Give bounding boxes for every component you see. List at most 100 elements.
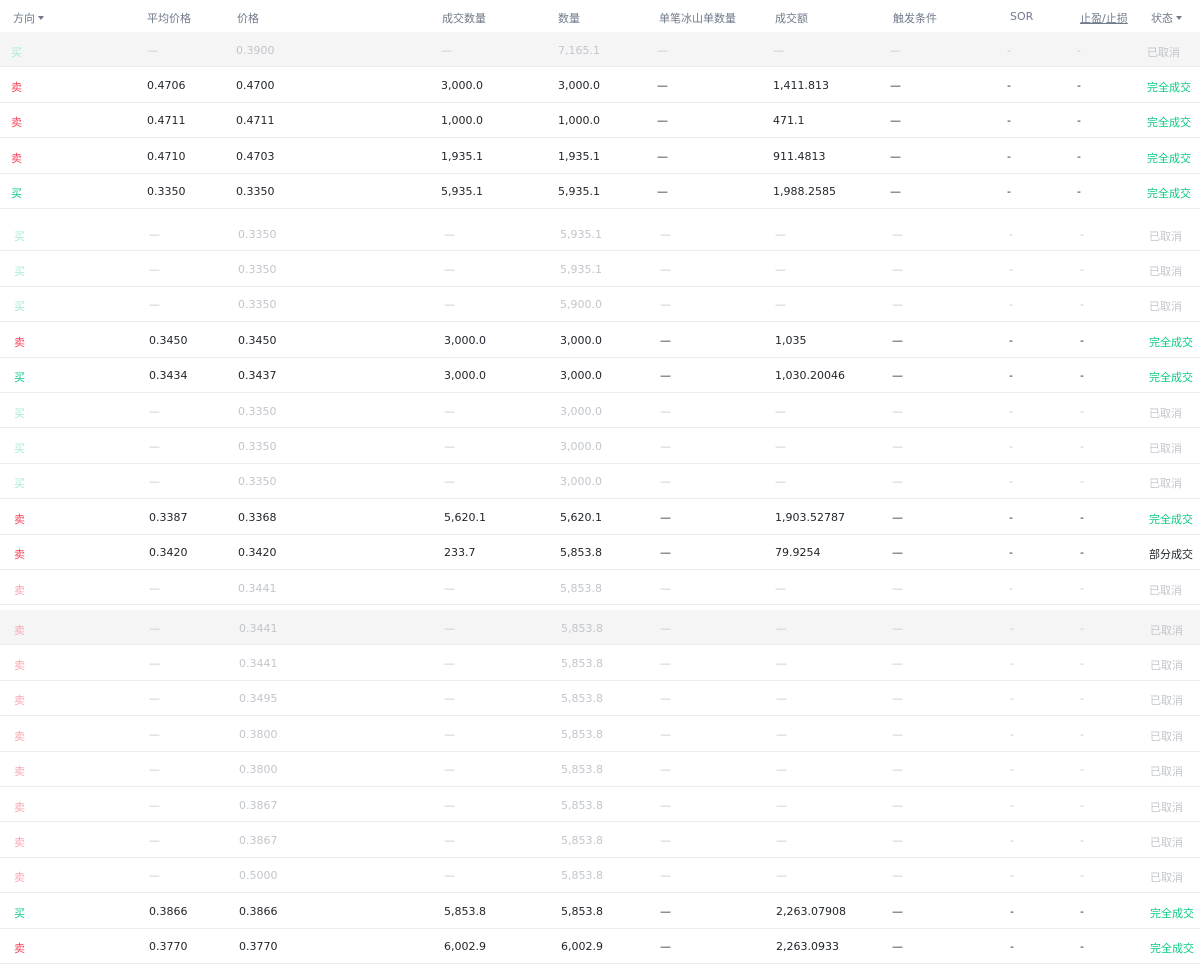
cell-price: 0.3420 [238, 546, 277, 560]
column-header-side[interactable]: 方向 [13, 10, 44, 26]
cell-trigger: — [892, 869, 903, 883]
cell-amount: 2,263.0933 [776, 940, 839, 954]
cell-sor: - [1009, 581, 1013, 595]
table-row[interactable]: 卖 0.4711 0.4711 1,000.0 1,000.0 — 471.1 — - - 完全成交 [0, 103, 1200, 139]
table-row[interactable]: 买 — 0.3350 — 5,935.1 — — — - - 已取消 [0, 216, 1200, 252]
cell-qty: 1,935.1 [558, 149, 600, 163]
table-row[interactable]: 买 0.3434 0.3437 3,000.0 3,000.0 — 1,030.20046 —… [0, 358, 1200, 393]
caret-down-icon[interactable] [1176, 16, 1182, 20]
cell-iceberg: — [660, 657, 671, 671]
table-row[interactable]: 卖 0.3770 0.3770 6,002.9 6,002.9 — 2,263.0933 — -… [0, 929, 1200, 964]
table-row[interactable]: 卖 — 0.3867 — 5,853.8 — — — - - 已取消 [0, 822, 1200, 858]
cell-filled: 1,000.0 [441, 114, 483, 128]
table-row[interactable]: 卖 — 0.3495 — 5,853.8 — — — - - 已取消 [0, 681, 1200, 717]
cell-status: 已取消 [1149, 477, 1182, 491]
cell-status: 已取消 [1149, 229, 1182, 243]
cell-iceberg: — [660, 727, 671, 741]
cell-filled: 5,853.8 [444, 904, 486, 918]
cell-side: 卖 [14, 659, 25, 673]
cell-side: 卖 [14, 512, 25, 526]
column-header-label: 触发条件 [893, 12, 937, 25]
cell-avg: — [149, 475, 160, 489]
cell-price: 0.3867 [239, 798, 278, 812]
column-header-iceberg: 单笔冰山单数量 [659, 10, 736, 26]
table-row[interactable]: 卖 0.3387 0.3368 5,620.1 5,620.1 — 1,903.52787 —… [0, 499, 1200, 535]
cell-status: 已取消 [1149, 442, 1182, 456]
cell-iceberg: — [660, 581, 671, 595]
cell-sor: - [1009, 404, 1013, 418]
cell-qty: 5,853.8 [561, 692, 603, 706]
cell-iceberg: — [657, 185, 668, 199]
cell-qty: 5,853.8 [561, 798, 603, 812]
cell-tpsl: - [1080, 763, 1084, 777]
order-group: 买 —0.3350—5,935.1— — — - - 已取消买 —0.3350—5,935.1… [0, 216, 1200, 606]
cell-tpsl: - [1080, 869, 1084, 883]
table-row[interactable]: 卖 — 0.3800 — 5,853.8 — — — - - 已取消 [0, 716, 1200, 752]
cell-iceberg: — [657, 114, 668, 128]
cell-price: 0.3441 [239, 657, 278, 671]
cell-trigger: — [892, 834, 903, 848]
table-row[interactable]: 卖 0.4706 0.4700 3,000.0 3,000.0 — 1,411.813 — - -… [0, 67, 1200, 103]
cell-qty: 3,000.0 [560, 404, 602, 418]
table-row[interactable]: 卖 — 0.3441 — 5,853.8 — — — - - 已取消 [0, 645, 1200, 681]
table-row[interactable]: 买 — 0.3350 — 3,000.0 — — — - - 已取消 [0, 428, 1200, 464]
column-header-trigger: 触发条件 [893, 10, 937, 26]
cell-avg: 0.3866 [149, 904, 188, 918]
cell-amount: 2,263.07908 [776, 904, 846, 918]
table-row[interactable]: 买 0.3866 0.3866 5,853.8 5,853.8 — 2,263.07908 —… [0, 893, 1200, 929]
table-row[interactable]: 买 — 0.3900 — 7,165.1 — — — - - 已取消 [0, 32, 1200, 68]
cell-amount: — [776, 692, 787, 706]
column-header-label: SOR [1010, 10, 1034, 23]
column-header-filled: 成交数量 [442, 10, 486, 26]
cell-avg: — [149, 227, 160, 241]
column-header-sor: SOR [1010, 10, 1033, 23]
cell-tpsl: - [1080, 798, 1084, 812]
cell-trigger: — [892, 621, 903, 635]
table-row[interactable]: 买 — 0.3350 — 3,000.0 — — — - - 已取消 [0, 393, 1200, 429]
cell-avg: — [149, 581, 160, 595]
cell-filled: 1,935.1 [441, 149, 483, 163]
table-row[interactable]: 卖 — 0.3800 — 5,853.8 — — — - - 已取消 [0, 752, 1200, 787]
column-header-status[interactable]: 状态 [1151, 10, 1182, 26]
cell-side: 卖 [14, 729, 25, 743]
table-row[interactable]: 买 — 0.3350 — 3,000.0 — — — - - 已取消 [0, 464, 1200, 500]
table-row[interactable]: 卖 0.4710 0.4703 1,935.1 1,935.1 — 911.4813 — - - 完… [0, 138, 1200, 174]
cell-avg: — [149, 657, 160, 671]
table-row[interactable]: 买 0.3350 0.3350 5,935.1 5,935.1 — 1,988.2585 — -… [0, 174, 1200, 209]
cell-status: 完全成交 [1150, 942, 1194, 956]
table-row[interactable]: 卖 0.3420 0.3420 233.7 5,853.8 — 79.9254 — - - 部分成交 [0, 535, 1200, 570]
cell-iceberg: — [660, 621, 671, 635]
cell-price: 0.3441 [239, 621, 278, 635]
column-header-price: 价格 [237, 10, 259, 26]
cell-price: 0.3867 [239, 834, 278, 848]
cell-status: 部分成交 [1149, 548, 1193, 562]
cell-tpsl: - [1080, 298, 1084, 312]
table-row[interactable]: 买 — 0.3350 — 5,900.0 — — — - - 已取消 [0, 287, 1200, 323]
table-row[interactable]: 卖 0.3450 0.3450 3,000.0 3,000.0 — 1,035 — - - 完全成交 [0, 322, 1200, 358]
cell-tpsl: - [1080, 227, 1084, 241]
order-group: 卖 — 0.3441 — 5,853.8 — — — - - 已取消 卖 — 0.3441 — 5,853.8… [0, 610, 1200, 964]
cell-filled: — [444, 869, 455, 883]
cell-status: 已取消 [1149, 265, 1182, 279]
cell-iceberg: — [660, 869, 671, 883]
table-row[interactable]: 卖 — 0.3441 — 5,853.8 — — — - - 已取消 [0, 570, 1200, 606]
cell-side: 买 [14, 442, 25, 456]
cell-filled: 3,000.0 [441, 79, 483, 93]
table-row[interactable]: 卖 — 0.3441 — 5,853.8 — — — - - 已取消 [0, 610, 1200, 646]
cell-amount: 471.1 [773, 114, 805, 128]
cell-trigger: — [892, 581, 903, 595]
cell-qty: 5,853.8 [561, 834, 603, 848]
cell-avg: — [149, 404, 160, 418]
cell-avg: — [149, 869, 160, 883]
cell-trigger: — [892, 546, 903, 560]
cell-tpsl: - [1080, 940, 1084, 954]
caret-down-icon[interactable] [38, 16, 44, 20]
cell-status: 已取消 [1150, 765, 1183, 779]
cell-tpsl: - [1080, 581, 1084, 595]
table-row[interactable]: 卖 — 0.5000 — 5,853.8 — — — - - 已取消 [0, 858, 1200, 894]
column-header-label: 方向 [13, 12, 35, 25]
cell-avg: 0.3770 [149, 940, 188, 954]
table-row[interactable]: 买 — 0.3350 — 5,935.1 — — — - - 已取消 [0, 251, 1200, 287]
column-header-tpsl[interactable]: 止盈/止损 [1080, 10, 1128, 26]
table-row[interactable]: 卖 — 0.3867 — 5,853.8 — — — - - 已取消 [0, 787, 1200, 823]
